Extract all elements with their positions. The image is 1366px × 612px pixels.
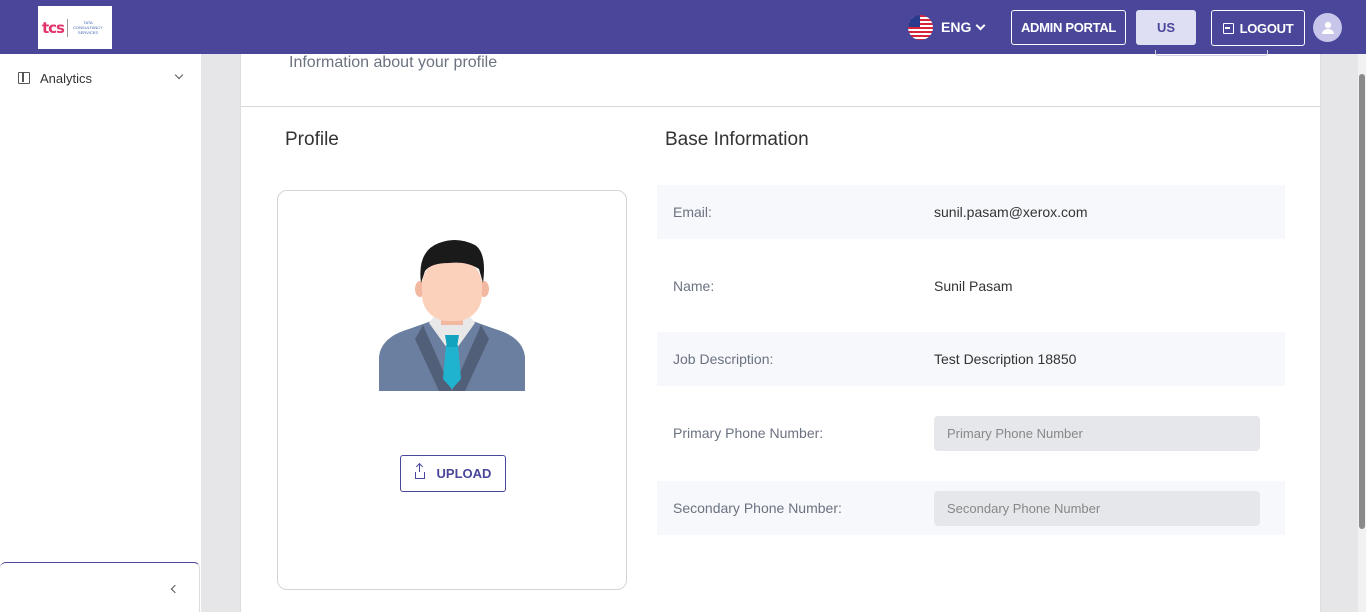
logout-icon xyxy=(1222,22,1234,34)
user-icon xyxy=(1321,21,1334,34)
secondary-phone-row: Secondary Phone Number: Secondary Phone … xyxy=(657,481,1285,535)
primary-phone-row: Primary Phone Number: Primary Phone Numb… xyxy=(657,406,1285,460)
page-subtitle: Information about your profile xyxy=(289,54,498,71)
top-navbar: tcs TATA CONSULTANCY SERVICES ENG ADMIN … xyxy=(0,0,1366,54)
profile-picture-panel: UPLOAD xyxy=(277,190,627,590)
scrollbar-thumb[interactable] xyxy=(1359,74,1365,529)
sidebar-item-analytics[interactable]: Analytics xyxy=(18,68,188,88)
language-selector[interactable]: ENG xyxy=(908,14,986,40)
chevron-down-icon xyxy=(975,20,986,30)
sidebar-item-label: Analytics xyxy=(40,70,93,86)
profile-avatar-image xyxy=(379,239,525,391)
job-description-row: Job Description: Test Description 18850 xyxy=(657,332,1285,386)
language-label: ENG xyxy=(941,19,972,35)
us-flag-icon xyxy=(908,14,933,40)
tcs-logo[interactable]: tcs TATA CONSULTANCY SERVICES xyxy=(38,6,112,49)
secondary-phone-input[interactable]: Secondary Phone Number xyxy=(934,491,1260,526)
page-scrollbar[interactable] xyxy=(1358,54,1366,612)
logo-divider xyxy=(67,18,68,37)
primary-phone-label: Primary Phone Number: xyxy=(673,425,824,441)
admin-portal-button[interactable]: ADMIN PORTAL xyxy=(1011,10,1126,45)
logo-subtitle: TATA CONSULTANCY SERVICES xyxy=(73,20,103,35)
job-description-label: Job Description: xyxy=(673,351,774,367)
upload-button[interactable]: UPLOAD xyxy=(400,455,506,492)
logout-label: LOGOUT xyxy=(1239,20,1294,36)
secondary-phone-label: Secondary Phone Number: xyxy=(673,500,842,516)
sidebar-collapse-bar[interactable] xyxy=(0,562,200,612)
primary-phone-input[interactable]: Primary Phone Number xyxy=(934,416,1260,451)
upload-label: UPLOAD xyxy=(436,466,492,481)
profile-card: Information about your profile Profile B… xyxy=(240,50,1321,612)
book-icon xyxy=(18,72,30,84)
header-action-button[interactable] xyxy=(1155,50,1268,56)
name-row: Name: Sunil Pasam xyxy=(657,259,1285,313)
sidebar: Analytics xyxy=(0,54,201,612)
logout-button[interactable]: LOGOUT xyxy=(1211,10,1305,46)
divider xyxy=(241,106,1320,107)
region-button[interactable]: US xyxy=(1136,10,1196,45)
base-information-heading: Base Information xyxy=(665,129,809,150)
profile-heading: Profile xyxy=(285,129,339,150)
chevron-down-icon xyxy=(174,70,184,80)
email-value: sunil.pasam@xerox.com xyxy=(934,204,1088,220)
chevron-left-icon[interactable] xyxy=(170,584,180,594)
logo-brand: tcs xyxy=(42,18,65,37)
name-value: Sunil Pasam xyxy=(934,278,1013,294)
name-label: Name: xyxy=(673,278,715,294)
email-label: Email: xyxy=(673,204,712,220)
upload-icon xyxy=(414,464,425,479)
user-avatar[interactable] xyxy=(1313,13,1342,42)
email-row: Email: sunil.pasam@xerox.com xyxy=(657,185,1285,239)
job-description-value: Test Description 18850 xyxy=(934,351,1077,367)
